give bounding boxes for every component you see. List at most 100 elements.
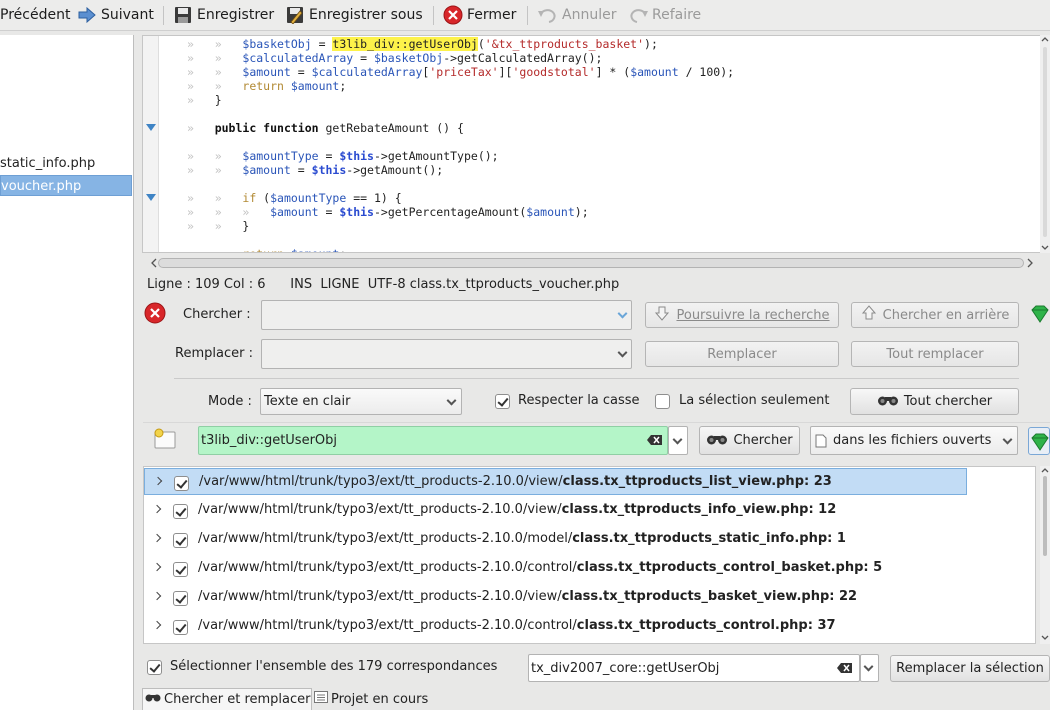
result-path: /var/www/html/trunk/typo3/ext/tt_product… xyxy=(198,502,837,517)
results-vertical-scrollbar[interactable] xyxy=(1040,466,1050,644)
replace-all-button[interactable]: Tout remplacer xyxy=(851,341,1019,367)
green-gem-icon xyxy=(1030,432,1050,456)
file-item-label: static_info.php xyxy=(0,156,96,171)
search-input[interactable] xyxy=(261,300,632,330)
save-as-button[interactable]: Enregistrer sous xyxy=(285,3,423,27)
result-row[interactable]: /var/www/html/trunk/typo3/ext/tt_product… xyxy=(144,584,967,611)
replace-button[interactable]: Remplacer xyxy=(645,341,839,367)
code-line: » } xyxy=(187,93,222,107)
green-gem-icon[interactable] xyxy=(1030,304,1050,328)
close-circle-icon xyxy=(443,5,463,25)
divider xyxy=(174,378,1019,379)
code-line: » » $calculatedArray = $basketObj->getCa… xyxy=(187,51,603,65)
selection-only-label: La sélection seulement xyxy=(679,393,830,408)
list-icon xyxy=(314,691,328,707)
file-item-selected[interactable]: voucher.php xyxy=(0,175,132,196)
floppy-icon xyxy=(173,5,193,25)
result-checkbox[interactable] xyxy=(173,562,188,577)
expand-arrow-icon[interactable] xyxy=(152,533,162,543)
find-previous-button[interactable]: Chercher en arrière xyxy=(851,302,1019,328)
result-row[interactable]: /var/www/html/trunk/typo3/ext/tt_product… xyxy=(144,468,967,495)
redo-button[interactable]: Refaire xyxy=(628,3,701,27)
fold-marker-icon[interactable] xyxy=(146,124,156,131)
undo-label: Annuler xyxy=(562,7,617,23)
find-all-label: Tout chercher xyxy=(903,394,993,409)
line-mode: LIGNE xyxy=(320,277,360,292)
fold-marker-icon[interactable] xyxy=(146,194,156,201)
expand-arrow-icon[interactable] xyxy=(152,591,162,601)
toolbar-separator xyxy=(163,6,164,25)
clear-text-icon[interactable] xyxy=(837,662,853,678)
result-row[interactable]: /var/www/html/trunk/typo3/ext/tt_product… xyxy=(144,555,967,582)
replace-label: Remplacer : xyxy=(175,346,253,361)
next-button[interactable]: Suivant xyxy=(77,3,154,27)
match-case-checkbox[interactable] xyxy=(495,394,510,409)
binoculars-icon xyxy=(877,393,899,411)
code-editor[interactable]: » » $basketObj = t3lib_div::getUserObj('… xyxy=(142,35,1042,253)
editor-horizontal-scrollbar[interactable] xyxy=(150,256,1034,270)
files-search-button[interactable]: Chercher xyxy=(699,426,800,455)
previous-label: Précédent xyxy=(0,7,71,23)
replace-selection-button[interactable]: Remplacer la sélection xyxy=(890,655,1050,682)
result-checkbox[interactable] xyxy=(174,476,189,491)
replace-with-input[interactable]: tx_div2007_core::getUserObj xyxy=(528,654,860,682)
search-results-tree: /var/www/html/trunk/typo3/ext/tt_product… xyxy=(143,466,1036,644)
select-all-checkbox[interactable] xyxy=(147,660,162,675)
replace-dropdown[interactable] xyxy=(612,339,632,369)
redo-label: Refaire xyxy=(652,7,702,23)
replace-input[interactable] xyxy=(261,339,632,369)
find-next-button[interactable]: Poursuivre la recherche xyxy=(645,302,839,328)
result-path: /var/www/html/trunk/typo3/ext/tt_product… xyxy=(198,589,858,604)
result-row[interactable]: /var/www/html/trunk/typo3/ext/tt_product… xyxy=(144,613,967,640)
replace-all-label: Tout remplacer xyxy=(886,346,984,362)
tab-project[interactable]: Projet en cours xyxy=(314,688,428,710)
save-button[interactable]: Enregistrer xyxy=(173,3,274,27)
undo-button[interactable]: Annuler xyxy=(538,3,616,27)
files-search-value: t3lib_div::getUserObj xyxy=(201,433,338,448)
close-search-icon[interactable] xyxy=(144,302,166,328)
result-checkbox[interactable] xyxy=(173,533,188,548)
tab-project-label: Projet en cours xyxy=(331,691,429,707)
result-row[interactable]: /var/www/html/trunk/typo3/ext/tt_product… xyxy=(144,497,967,524)
code-line: » » } xyxy=(187,219,250,233)
next-label: Suivant xyxy=(101,7,154,23)
previous-button[interactable]: Précédent xyxy=(0,3,70,27)
options-toggle-button[interactable] xyxy=(1028,427,1050,455)
arrow-up-icon xyxy=(861,305,877,325)
clear-text-icon[interactable] xyxy=(647,434,663,450)
code-line: » » return $amount; xyxy=(187,247,346,252)
expand-arrow-icon[interactable] xyxy=(152,504,162,514)
selection-only-checkbox[interactable] xyxy=(655,394,670,409)
new-search-icon[interactable] xyxy=(153,428,177,454)
result-path: /var/www/html/trunk/typo3/ext/tt_product… xyxy=(198,618,836,633)
redo-icon xyxy=(628,5,648,25)
match-case-label: Respecter la casse xyxy=(518,393,640,408)
binoculars-icon xyxy=(145,692,161,707)
search-scope-select[interactable]: dans les fichiers ouverts xyxy=(810,426,1018,455)
files-search-dropdown[interactable] xyxy=(668,426,688,455)
mode-select[interactable]: Texte en clair xyxy=(260,388,462,415)
close-button[interactable]: Fermer xyxy=(443,3,516,27)
replace-with-dropdown[interactable] xyxy=(860,654,879,682)
result-row[interactable]: /var/www/html/trunk/typo3/ext/tt_product… xyxy=(144,526,967,553)
tab-find-replace[interactable]: Chercher et remplacer xyxy=(142,688,312,710)
expand-arrow-icon[interactable] xyxy=(152,562,162,572)
expand-arrow-icon[interactable] xyxy=(152,620,162,630)
file-item[interactable]: static_info.php xyxy=(0,153,132,174)
result-checkbox[interactable] xyxy=(173,620,188,635)
replace-with-value: tx_div2007_core::getUserObj xyxy=(531,661,720,676)
editor-vertical-scrollbar[interactable] xyxy=(1040,35,1050,253)
replace-selection-label: Remplacer la sélection xyxy=(896,661,1044,676)
arrow-down-icon xyxy=(654,305,670,325)
result-path: /var/www/html/trunk/typo3/ext/tt_product… xyxy=(199,474,832,489)
files-search-input[interactable]: t3lib_div::getUserObj xyxy=(198,426,668,455)
file-list-panel: static_info.php voucher.php xyxy=(0,35,134,710)
search-dropdown[interactable] xyxy=(612,300,632,330)
code-line: » » $basketObj = t3lib_div::getUserObj('… xyxy=(187,37,658,51)
result-checkbox[interactable] xyxy=(173,591,188,606)
divider xyxy=(143,422,1050,423)
expand-arrow-icon[interactable] xyxy=(153,476,163,486)
find-all-button[interactable]: Tout chercher xyxy=(850,388,1019,415)
binoculars-icon xyxy=(706,432,728,450)
result-checkbox[interactable] xyxy=(173,504,188,519)
